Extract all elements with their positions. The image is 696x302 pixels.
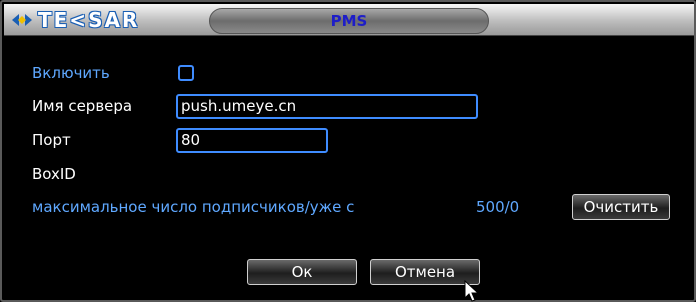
enable-checkbox[interactable]	[178, 65, 194, 81]
title-bar: TE<SAR PMS	[4, 4, 694, 36]
port-label: Порт	[32, 131, 71, 149]
title-pill: PMS	[209, 8, 489, 34]
dialog-title: PMS	[330, 12, 368, 30]
ok-button[interactable]: Ок	[247, 259, 357, 285]
subscribers-label: максимальное число подписчиков/уже с	[32, 198, 355, 216]
boxid-label: BoxID	[32, 165, 76, 183]
enable-label: Включить	[32, 64, 110, 82]
diamond-arrows-icon	[12, 14, 32, 26]
server-name-label: Имя сервера	[32, 97, 133, 115]
clear-button[interactable]: Очистить	[572, 194, 670, 220]
port-input[interactable]: 80	[176, 128, 328, 153]
pms-dialog: TE<SAR PMS Включить Имя сервера push.ume…	[0, 0, 696, 302]
close-button[interactable]	[660, 6, 694, 36]
subscribers-value: 500/0	[476, 198, 520, 216]
brand-logo: TE<SAR	[12, 4, 212, 36]
server-name-input[interactable]: push.umeye.cn	[176, 94, 478, 119]
brand-logo-text: TE<SAR	[38, 8, 140, 32]
mouse-pointer-icon	[464, 280, 480, 302]
